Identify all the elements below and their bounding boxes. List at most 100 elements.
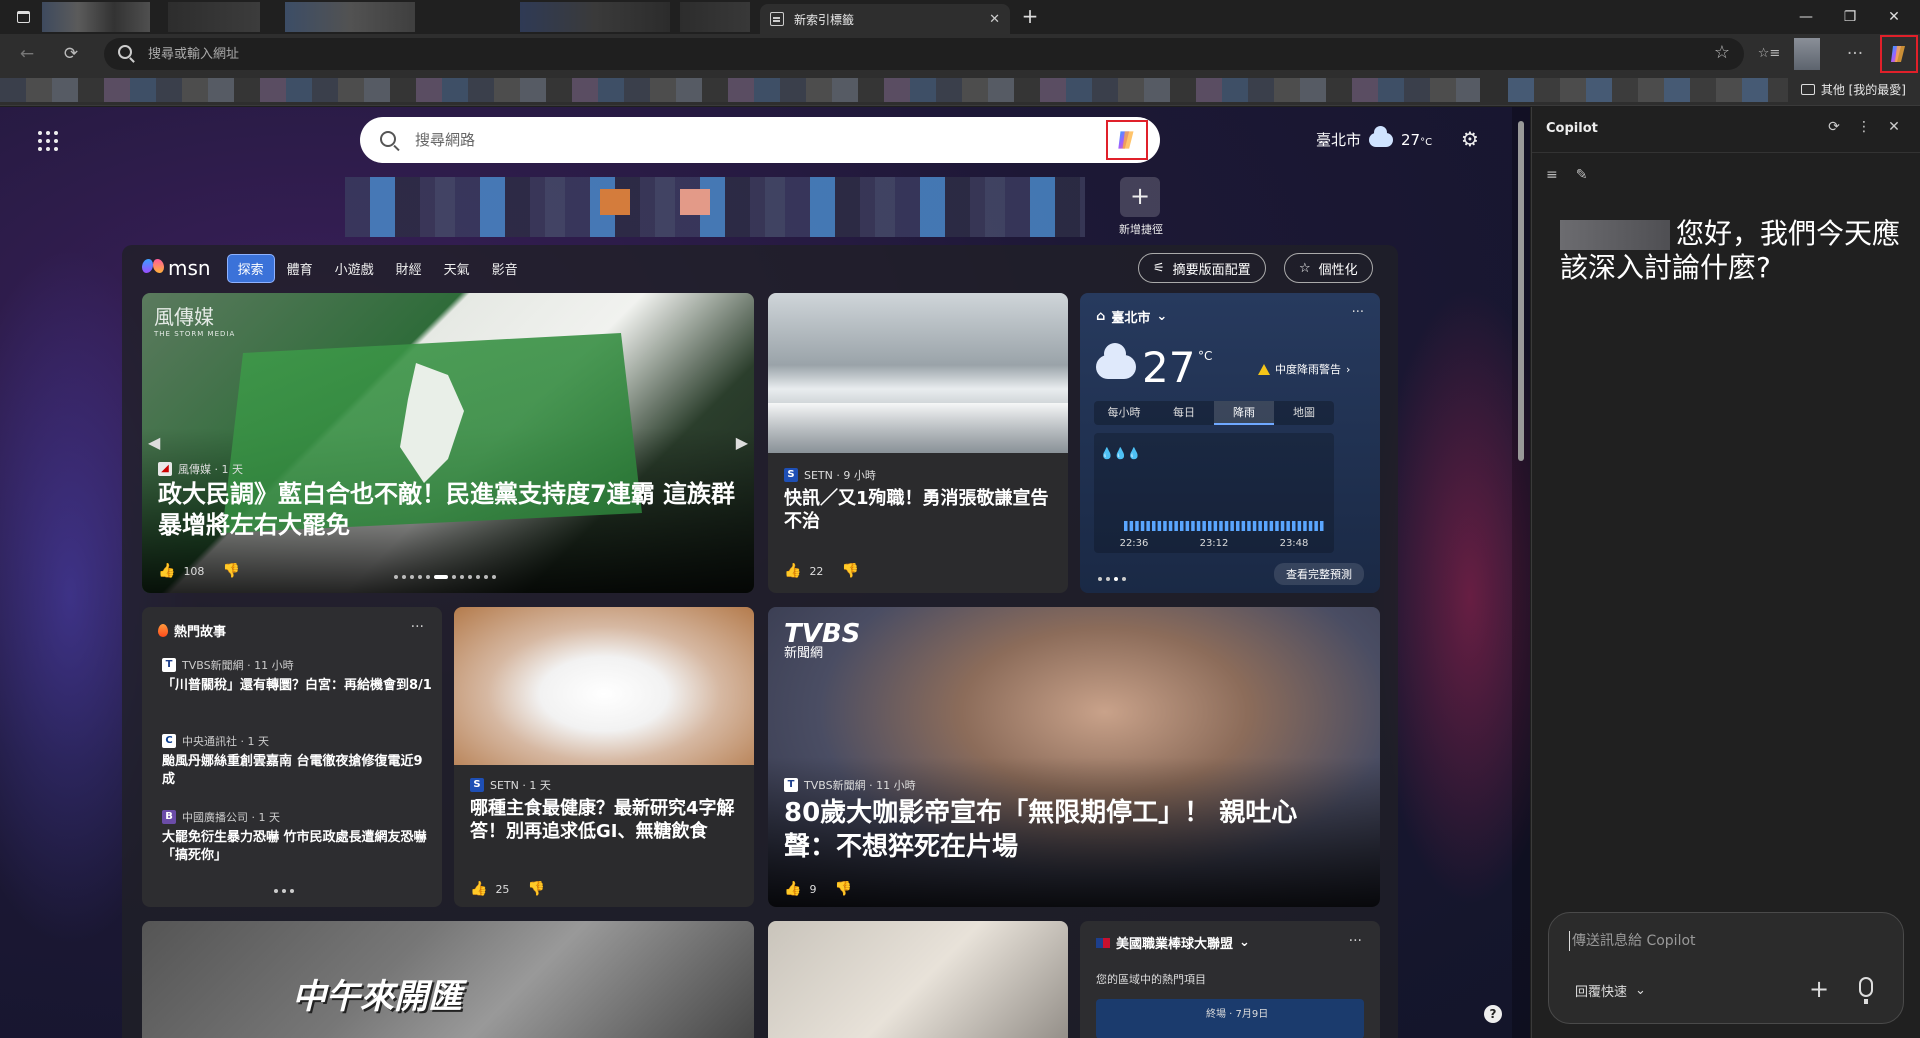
tab-finance[interactable]: 財經 <box>386 255 432 282</box>
trending-headline[interactable]: 颱風丹娜絲重創雲嘉南 台電徹夜搶修復電近9成 <box>162 753 432 788</box>
like-icon[interactable]: 👍 <box>470 881 487 897</box>
blurred-tab[interactable] <box>520 2 670 32</box>
more-vertical-icon[interactable]: ⋮ <box>1854 119 1874 135</box>
weather-alert[interactable]: 中度降雨警告 › <box>1258 361 1350 377</box>
page-scrollbar[interactable] <box>1512 107 1530 1038</box>
hero-news-card[interactable]: 風傳媒 THE STORM MEDIA ◀ ▶ ◢ 風傳媒 · 1 天 政大民調… <box>142 293 754 593</box>
news-card-bottom-left[interactable]: 中午來開匯 <box>142 921 754 1038</box>
mlb-more-icon[interactable]: ··· <box>1349 933 1362 949</box>
web-search-input[interactable] <box>415 129 1055 151</box>
new-tab-button[interactable]: + <box>1018 5 1042 29</box>
hero-headline[interactable]: 政大民調》藍白合也不敵！民進黨支持度7連霸 這族群暴增將左右大罷免 <box>158 479 748 541</box>
news-card-rice[interactable]: S SETN · 1 天 哪種主食最健康？最新研究4字解答！別再追求低GI、無糖… <box>454 607 754 907</box>
trending-more-icon[interactable]: ··· <box>411 619 424 635</box>
weather-more-icon[interactable]: ··· <box>1352 305 1364 320</box>
personalize-button[interactable]: ☆ 個性化 <box>1284 253 1373 283</box>
minimize-button[interactable]: — <box>1786 5 1826 29</box>
weather-card-pager[interactable] <box>1098 577 1126 581</box>
close-icon[interactable]: ✕ <box>1884 119 1904 135</box>
like-icon[interactable]: 👍 <box>158 563 175 579</box>
news-card-bottom-mid[interactable] <box>768 921 1068 1038</box>
favorite-star-icon[interactable]: ☆ <box>1714 42 1730 63</box>
address-input[interactable] <box>148 44 1648 64</box>
copilot-message-input[interactable] <box>1569 931 1879 951</box>
help-button[interactable]: ? <box>1484 1005 1502 1023</box>
active-tab[interactable]: 新索引標籤 ✕ <box>760 4 1010 34</box>
trending-item[interactable]: T TVBS新聞網 · 11 小時 「川普關稅」還有轉圜？白宮：再給機會到8/1 <box>162 657 432 695</box>
refresh-button[interactable]: ⟳ <box>58 42 84 66</box>
close-window-button[interactable]: ✕ <box>1874 5 1914 29</box>
blurred-tab[interactable] <box>42 2 150 32</box>
trending-item[interactable]: C 中央通訊社 · 1 天 颱風丹娜絲重創雲嘉南 台電徹夜搶修復電近9成 <box>162 733 432 788</box>
weather-card[interactable]: ⌂ 臺北市 ⌄ ··· 27 °C 中度降雨警告 › 每小時 每日 降雨 地圖 <box>1080 293 1380 593</box>
news-card-setn[interactable]: S SETN · 9 小時 快訊／又1殉職！勇消張敬謙宣告不治 👍 22 👎 <box>768 293 1068 593</box>
tab-games[interactable]: 小遊戲 <box>325 255 384 282</box>
search-copilot-button[interactable] <box>1106 120 1148 160</box>
weather-tab-map[interactable]: 地圖 <box>1274 401 1334 425</box>
copilot-toolbar-button[interactable] <box>1880 35 1918 73</box>
feed-layout-button[interactable]: ⚟ 摘要版面配置 <box>1138 253 1266 283</box>
dislike-icon[interactable]: 👎 <box>222 563 239 579</box>
web-search-box[interactable] <box>360 117 1160 163</box>
app-launcher-icon[interactable] <box>38 131 58 151</box>
other-favorites-folder[interactable]: 其他 [我的最愛] <box>1800 81 1906 98</box>
like-icon[interactable]: 👍 <box>784 563 801 579</box>
microphone-icon[interactable] <box>1859 977 1873 1004</box>
carousel-next-icon[interactable]: ▶ <box>736 433 748 452</box>
like-icon[interactable]: 👍 <box>784 881 801 897</box>
weather-tab-precipitation[interactable]: 降雨 <box>1214 401 1274 425</box>
weather-card-location[interactable]: ⌂ 臺北市 ⌄ <box>1096 307 1167 326</box>
mlb-score-tile[interactable]: 終場 · 7月9日 <box>1096 999 1364 1038</box>
precipitation-bar <box>1241 521 1246 531</box>
dislike-icon[interactable]: 👎 <box>834 881 851 897</box>
news-card-tvbs[interactable]: TVBS 新聞網 T TVBS新聞網 · 11 小時 80歲大咖影帝宣布「無限期… <box>768 607 1380 907</box>
blurred-tab[interactable] <box>285 2 415 32</box>
blurred-tab[interactable] <box>680 2 750 32</box>
tab-video[interactable]: 影音 <box>482 255 528 282</box>
address-bar[interactable]: ☆ <box>104 38 1744 70</box>
menu-list-icon[interactable]: ≡ <box>1546 167 1558 183</box>
full-forecast-button[interactable]: 查看完整預測 <box>1274 563 1364 585</box>
blurred-quick-link[interactable] <box>345 177 1085 237</box>
refresh-icon[interactable]: ⟳ <box>1824 119 1844 135</box>
dislike-icon[interactable]: 👎 <box>841 563 858 579</box>
weather-tab-hourly[interactable]: 每小時 <box>1094 401 1154 425</box>
tab-explore[interactable]: 探索 <box>226 253 275 283</box>
profile-button[interactable] <box>1794 38 1820 70</box>
tab-actions-button[interactable] <box>10 6 36 28</box>
more-menu-button[interactable]: ··· <box>1842 42 1868 66</box>
tvbs-headline[interactable]: 80歲大咖影帝宣布「無限期停工」！ 親吐心聲：不想猝死在片場 <box>784 797 1344 865</box>
carousel-prev-icon[interactable]: ◀ <box>148 433 160 452</box>
story2-headline[interactable]: 快訊／又1殉職！勇消張敬謙宣告不治 <box>784 487 1054 534</box>
back-button[interactable]: ← <box>14 42 40 66</box>
blurred-tab[interactable] <box>168 2 260 32</box>
rice-headline[interactable]: 哪種主食最健康？最新研究4字解答！別再追求低GI、無糖飲食 <box>470 797 742 844</box>
storm-media-watermark: 風傳媒 THE STORM MEDIA <box>154 305 236 338</box>
trending-item[interactable]: B 中國廣播公司 · 1 天 大罷免衍生暴力恐嚇 竹市民政處長遭網友恐嚇「搞死你」 <box>162 809 432 864</box>
blurred-favorites[interactable] <box>1508 78 1788 102</box>
mlb-title[interactable]: 美國職業棒球大聯盟 ⌄ <box>1096 933 1250 952</box>
trending-headline[interactable]: 大罷免衍生暴力恐嚇 竹市民政處長遭網友恐嚇「搞死你」 <box>162 829 432 864</box>
new-chat-icon[interactable]: ✎ <box>1576 167 1588 183</box>
response-mode-dropdown[interactable]: 回覆快速 ⌄ <box>1575 981 1646 1000</box>
msn-logo[interactable]: msn <box>142 256 211 280</box>
mlb-card[interactable]: 美國職業棒球大聯盟 ⌄ ··· 您的區域中的熱門項目 終場 · 7月9日 <box>1080 921 1380 1038</box>
close-tab-button[interactable]: ✕ <box>989 12 1000 27</box>
tab-weather[interactable]: 天氣 <box>434 255 480 282</box>
blurred-quick-link[interactable] <box>600 189 630 215</box>
trending-headline[interactable]: 「川普關稅」還有轉圜？白宮：再給機會到8/1 <box>162 677 432 695</box>
tab-sports[interactable]: 體育 <box>277 255 323 282</box>
weather-widget[interactable]: 臺北市 27°C <box>1316 125 1432 150</box>
blurred-quick-link[interactable] <box>680 189 710 215</box>
weather-tab-daily[interactable]: 每日 <box>1154 401 1214 425</box>
dislike-icon[interactable]: 👎 <box>527 881 544 897</box>
favorites-button[interactable]: ☆≡ <box>1752 42 1786 66</box>
add-shortcut-button[interactable]: + <box>1120 177 1160 217</box>
trending-pager[interactable] <box>274 889 294 893</box>
add-attachment-button[interactable]: + <box>1809 975 1829 1003</box>
blurred-favorites[interactable] <box>0 78 1480 102</box>
scrollbar-thumb[interactable] <box>1518 121 1524 461</box>
carousel-dots[interactable] <box>394 575 496 579</box>
page-settings-gear-icon[interactable]: ⚙ <box>1460 129 1480 149</box>
restore-button[interactable]: ❐ <box>1830 5 1870 29</box>
